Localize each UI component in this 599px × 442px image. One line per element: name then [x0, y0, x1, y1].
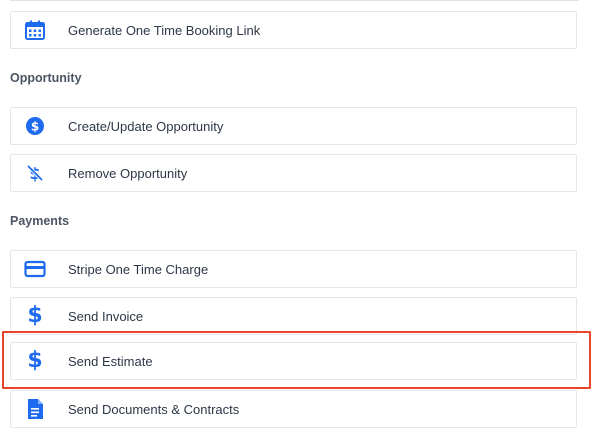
divider-top: [10, 0, 579, 1]
dollar-icon: $: [27, 303, 43, 328]
section-title-payments: Payments: [10, 214, 70, 228]
document-icon: [11, 391, 59, 427]
svg-text:$: $: [31, 120, 39, 134]
section-title-opportunity: Opportunity: [10, 71, 82, 85]
dollar-slash-icon: $: [11, 155, 59, 191]
credit-card-icon: [11, 251, 59, 287]
action-label: Send Estimate: [68, 353, 153, 369]
action-label: Create/Update Opportunity: [68, 118, 224, 134]
action-label: Generate One Time Booking Link: [68, 22, 261, 38]
action-stripe-one-time-charge[interactable]: Stripe One Time Charge: [10, 250, 577, 288]
action-generate-booking-link[interactable]: Generate One Time Booking Link: [10, 11, 577, 49]
action-send-documents-contracts[interactable]: Send Documents & Contracts: [10, 390, 577, 428]
action-label: Send Documents & Contracts: [68, 401, 240, 417]
calendar-icon: [11, 12, 59, 48]
action-send-invoice[interactable]: $ Send Invoice: [10, 297, 577, 335]
action-remove-opportunity[interactable]: $ Remove Opportunity: [10, 154, 577, 192]
action-label: Stripe One Time Charge: [68, 261, 209, 277]
dollar-icon: $: [27, 348, 43, 373]
dollar-circle-icon: $: [11, 108, 59, 144]
action-label: Remove Opportunity: [68, 165, 188, 181]
action-create-update-opportunity[interactable]: $ Create/Update Opportunity: [10, 107, 577, 145]
action-send-estimate[interactable]: $ Send Estimate: [10, 342, 577, 380]
action-label: Send Invoice: [68, 308, 144, 324]
